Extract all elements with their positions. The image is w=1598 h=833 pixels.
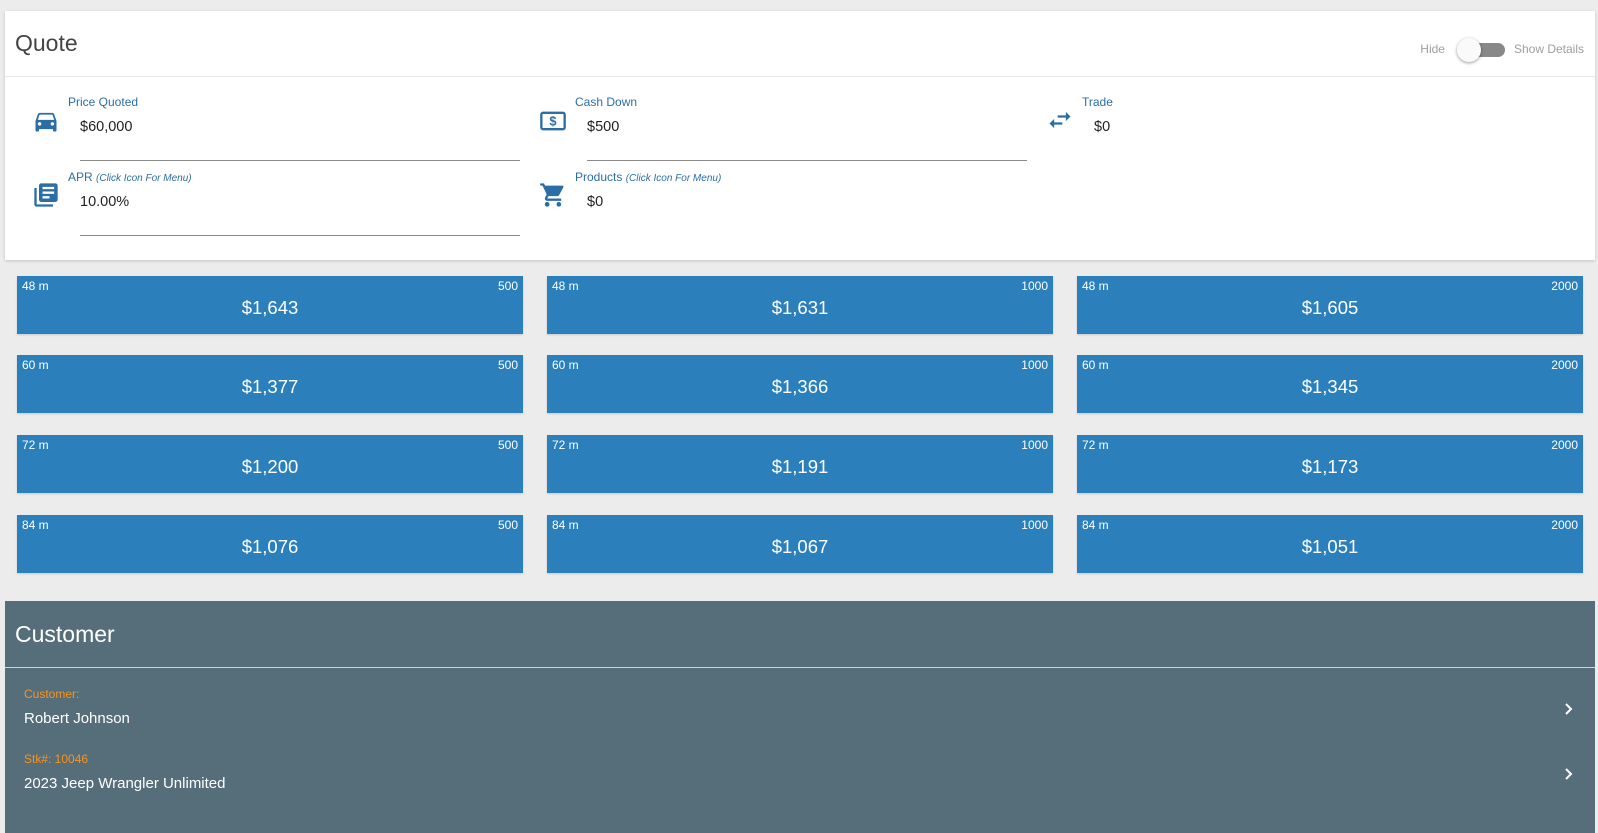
payment-tile[interactable]: 72 m 1000 $1,191 [547, 435, 1053, 493]
trade-label: Trade [1082, 95, 1113, 109]
tile-term: 84 m [22, 518, 49, 532]
apr-hint: (Click Icon For Menu) [96, 173, 192, 184]
tile-term: 60 m [22, 358, 49, 372]
cash-down-label: Cash Down [575, 95, 638, 109]
trade-value[interactable]: $0 [1094, 119, 1110, 135]
payment-tile[interactable]: 72 m 500 $1,200 [17, 435, 523, 493]
tile-down-payment: 2000 [1551, 279, 1578, 293]
cart-icon[interactable] [539, 181, 567, 209]
payment-tile[interactable]: 84 m 2000 $1,051 [1077, 515, 1583, 573]
cash-icon: $ [540, 111, 566, 131]
tile-monthly-payment: $1,345 [1301, 376, 1359, 397]
tile-term: 48 m [552, 279, 579, 293]
show-details-switch[interactable] [1456, 38, 1505, 62]
tile-down-payment: 500 [497, 279, 518, 293]
payment-tile[interactable]: 48 m 2000 $1,605 [1077, 276, 1583, 334]
tile-down-payment: 500 [497, 358, 518, 372]
tile-down-payment: 2000 [1551, 438, 1578, 452]
tile-monthly-payment: $1,200 [241, 456, 299, 477]
cash-down-underline [587, 160, 1027, 161]
swap-icon[interactable] [1046, 106, 1074, 134]
apr-field: APR (Click Icon For Menu) 10.00% [32, 169, 532, 239]
tile-monthly-payment: $1,643 [241, 297, 299, 318]
products-label-text: Products [575, 170, 623, 184]
tile-term: 72 m [22, 438, 49, 452]
chevron-right-icon[interactable] [1561, 697, 1577, 721]
tile-down-payment: 1000 [1021, 279, 1048, 293]
switch-thumb[interactable] [1456, 38, 1481, 62]
tile-down-payment: 500 [497, 438, 518, 452]
list-icon[interactable] [32, 181, 60, 209]
tile-monthly-payment: $1,076 [241, 536, 299, 557]
apr-label-text: APR [68, 170, 93, 184]
tile-monthly-payment: $1,366 [771, 376, 829, 397]
tile-term: 48 m [22, 279, 49, 293]
tile-monthly-payment: $1,191 [771, 456, 829, 477]
price-quoted-label: Price Quoted [68, 95, 139, 109]
tile-down-payment: 1000 [1021, 358, 1048, 372]
tile-term: 72 m [1082, 438, 1109, 452]
svg-text:$: $ [549, 114, 556, 129]
tile-down-payment: 2000 [1551, 518, 1578, 532]
tile-term: 84 m [552, 518, 579, 532]
vehicle-name: 2023 Jeep Wrangler Unlimited [24, 775, 226, 792]
payment-tile[interactable]: 48 m 500 $1,643 [17, 276, 523, 334]
tile-term: 60 m [552, 358, 579, 372]
payment-tile[interactable]: 60 m 2000 $1,345 [1077, 355, 1583, 413]
quote-card: Quote Hide Show Details Price Quoted $60… [5, 11, 1595, 260]
tile-monthly-payment: $1,631 [771, 297, 829, 318]
trade-field: Trade $0 [1046, 94, 1346, 164]
cash-down-input[interactable]: $500 [587, 119, 619, 135]
price-quoted-field: Price Quoted $60,000 [32, 94, 532, 164]
details-toggle-area: Hide Show Details [1420, 38, 1584, 62]
payment-tile[interactable]: 48 m 1000 $1,631 [547, 276, 1053, 334]
apr-label: APR (Click Icon For Menu) [68, 170, 192, 184]
products-field: Products (Click Icon For Menu) $0 [539, 169, 1039, 239]
apr-underline [80, 235, 520, 236]
tile-term: 60 m [1082, 358, 1109, 372]
chevron-right-icon[interactable] [1561, 762, 1577, 786]
products-label: Products (Click Icon For Menu) [575, 170, 721, 184]
tile-down-payment: 1000 [1021, 438, 1048, 452]
cash-down-field: $ Cash Down $500 [539, 94, 1039, 164]
payment-tile[interactable]: 60 m 1000 $1,366 [547, 355, 1053, 413]
tile-term: 84 m [1082, 518, 1109, 532]
products-value[interactable]: $0 [587, 194, 603, 210]
stock-number-label: Stk#: 10046 [24, 752, 89, 766]
tile-monthly-payment: $1,605 [1301, 297, 1359, 318]
quote-header: Quote Hide Show Details [5, 11, 1595, 77]
tile-monthly-payment: $1,377 [241, 376, 299, 397]
customer-title: Customer [15, 621, 115, 647]
apr-input[interactable]: 10.00% [80, 194, 129, 210]
customer-header: Customer [5, 601, 1595, 668]
price-quoted-underline [80, 160, 520, 161]
payment-tile[interactable]: 72 m 2000 $1,173 [1077, 435, 1583, 493]
toggle-show-label: Show Details [1513, 42, 1584, 56]
payment-tile[interactable]: 84 m 500 $1,076 [17, 515, 523, 573]
payment-tile[interactable]: 84 m 1000 $1,067 [547, 515, 1053, 573]
customer-card: Customer Customer: Robert Johnson Stk#: … [5, 601, 1595, 833]
car-icon [35, 112, 57, 132]
customer-row[interactable]: Customer: Robert Johnson [5, 687, 1595, 747]
tile-down-payment: 1000 [1021, 518, 1048, 532]
toggle-hide-label: Hide [1420, 42, 1445, 56]
price-quoted-input[interactable]: $60,000 [80, 119, 132, 135]
products-hint: (Click Icon For Menu) [625, 173, 722, 184]
payment-tile[interactable]: 60 m 500 $1,377 [17, 355, 523, 413]
customer-name: Robert Johnson [24, 710, 130, 727]
quote-title: Quote [15, 30, 78, 56]
tile-down-payment: 500 [497, 518, 518, 532]
tile-term: 72 m [552, 438, 579, 452]
tile-down-payment: 2000 [1551, 358, 1578, 372]
tile-monthly-payment: $1,067 [771, 536, 829, 557]
tile-term: 48 m [1082, 279, 1109, 293]
vehicle-row[interactable]: Stk#: 10046 2023 Jeep Wrangler Unlimited [5, 752, 1595, 812]
tile-monthly-payment: $1,051 [1301, 536, 1359, 557]
customer-label: Customer: [24, 687, 80, 701]
tile-monthly-payment: $1,173 [1301, 456, 1359, 477]
